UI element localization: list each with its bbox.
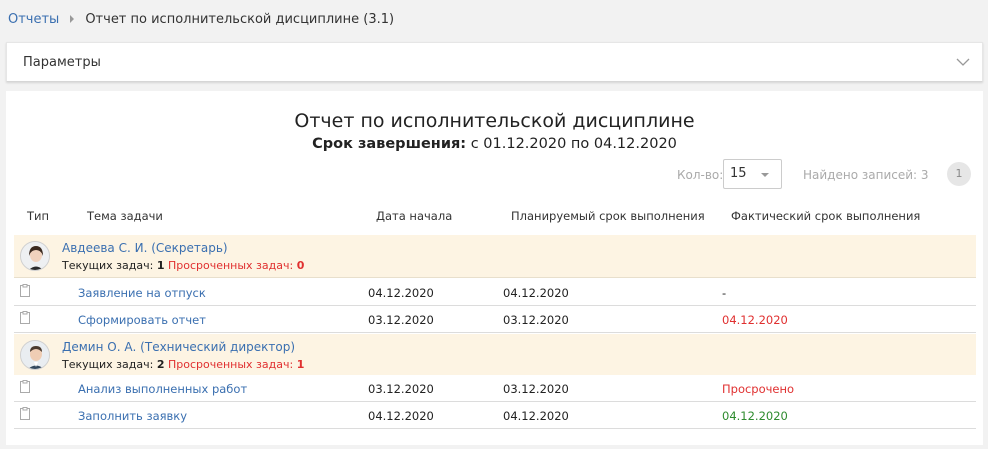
start-date: 03.12.2020 bbox=[368, 313, 434, 327]
task-link[interactable]: Заявление на отпуск bbox=[78, 286, 206, 300]
report-panel: Отчет по исполнительской дисциплине Срок… bbox=[6, 91, 983, 445]
start-date: 04.12.2020 bbox=[368, 409, 434, 423]
chevron-down-icon[interactable] bbox=[956, 55, 970, 69]
breadcrumb: Отчеты Отчет по исполнительской дисципли… bbox=[8, 10, 394, 28]
table-row: Сформировать отчет 03.12.2020 03.12.2020… bbox=[14, 306, 976, 333]
caret-down-icon bbox=[761, 173, 769, 177]
column-actual-date: Фактический срок выполнения bbox=[731, 209, 921, 223]
overdue-tasks-label: Просроченных задач: bbox=[167, 259, 294, 272]
count-label: Кол-во: bbox=[677, 168, 724, 182]
clipboard-icon bbox=[20, 407, 30, 420]
page-button-1[interactable]: 1 bbox=[947, 162, 971, 186]
start-date: 04.12.2020 bbox=[368, 286, 434, 300]
assignee-name[interactable]: Демин О. А. (Технический директор) bbox=[62, 340, 295, 354]
overdue-tasks-count: 0 bbox=[296, 259, 305, 272]
current-tasks-label: Текущих задач: bbox=[62, 358, 154, 371]
page-size-select[interactable]: 15 bbox=[723, 159, 782, 189]
actual-date: 04.12.2020 bbox=[722, 409, 788, 423]
start-date: 03.12.2020 bbox=[368, 382, 434, 396]
report-title: Отчет по исполнительской дисциплине bbox=[294, 110, 695, 132]
task-link[interactable]: Заполнить заявку bbox=[78, 409, 187, 423]
chevron-right-icon bbox=[70, 15, 75, 23]
assignee-stats: Текущих задач: 2 Просроченных задач: 1 bbox=[62, 358, 304, 371]
page-title: Отчет по исполнительской дисциплине (3.1… bbox=[85, 11, 395, 27]
overdue-tasks-count: 1 bbox=[296, 358, 305, 371]
breadcrumb-reports-link[interactable]: Отчеты bbox=[8, 12, 59, 27]
planned-date: 03.12.2020 bbox=[503, 382, 569, 396]
parameters-panel-toggle[interactable]: Параметры bbox=[6, 42, 983, 82]
assignee-name[interactable]: Авдеева С. И. (Секретарь) bbox=[62, 241, 228, 255]
column-start-date: Дата начала bbox=[376, 209, 453, 223]
period-range: с 01.12.2020 по 04.12.2020 bbox=[466, 136, 677, 152]
avatar bbox=[20, 340, 50, 370]
planned-date: 04.12.2020 bbox=[503, 286, 569, 300]
column-planned-date: Планируемый срок выполнения bbox=[511, 209, 705, 223]
actual-date: 04.12.2020 bbox=[722, 313, 788, 327]
table-row: Анализ выполненных работ 03.12.2020 03.1… bbox=[14, 375, 976, 402]
current-tasks-count: 1 bbox=[156, 259, 165, 272]
records-found: Найдено записей: 3 bbox=[803, 168, 929, 182]
assignee-stats: Текущих задач: 1 Просроченных задач: 0 bbox=[62, 259, 304, 272]
table-row: Заявление на отпуск 04.12.2020 04.12.202… bbox=[14, 279, 976, 306]
column-type: Тип bbox=[27, 209, 50, 223]
clipboard-icon bbox=[20, 311, 30, 324]
table-row: Заполнить заявку 04.12.2020 04.12.2020 0… bbox=[14, 402, 976, 429]
overdue-tasks-label: Просроченных задач: bbox=[167, 358, 294, 371]
parameters-label: Параметры bbox=[23, 54, 101, 70]
clipboard-icon bbox=[20, 380, 30, 393]
assignee-group: Авдеева С. И. (Секретарь) Текущих задач:… bbox=[14, 235, 976, 278]
planned-date: 04.12.2020 bbox=[503, 409, 569, 423]
column-task-subject: Тема задачи bbox=[87, 209, 163, 223]
task-link[interactable]: Сформировать отчет bbox=[78, 313, 206, 327]
report-period: Срок завершения: с 01.12.2020 по 04.12.2… bbox=[6, 136, 983, 152]
avatar bbox=[20, 241, 50, 271]
actual-date: - bbox=[722, 286, 727, 300]
clipboard-icon bbox=[20, 284, 30, 297]
actual-date: Просрочено bbox=[722, 382, 795, 396]
task-link[interactable]: Анализ выполненных работ bbox=[78, 382, 247, 396]
planned-date: 03.12.2020 bbox=[503, 313, 569, 327]
assignee-group: Демин О. А. (Технический директор) Текущ… bbox=[14, 334, 976, 377]
period-label: Срок завершения: bbox=[312, 136, 467, 152]
current-tasks-count: 2 bbox=[156, 358, 165, 371]
current-tasks-label: Текущих задач: bbox=[62, 259, 154, 272]
page-size-value: 15 bbox=[730, 166, 747, 181]
